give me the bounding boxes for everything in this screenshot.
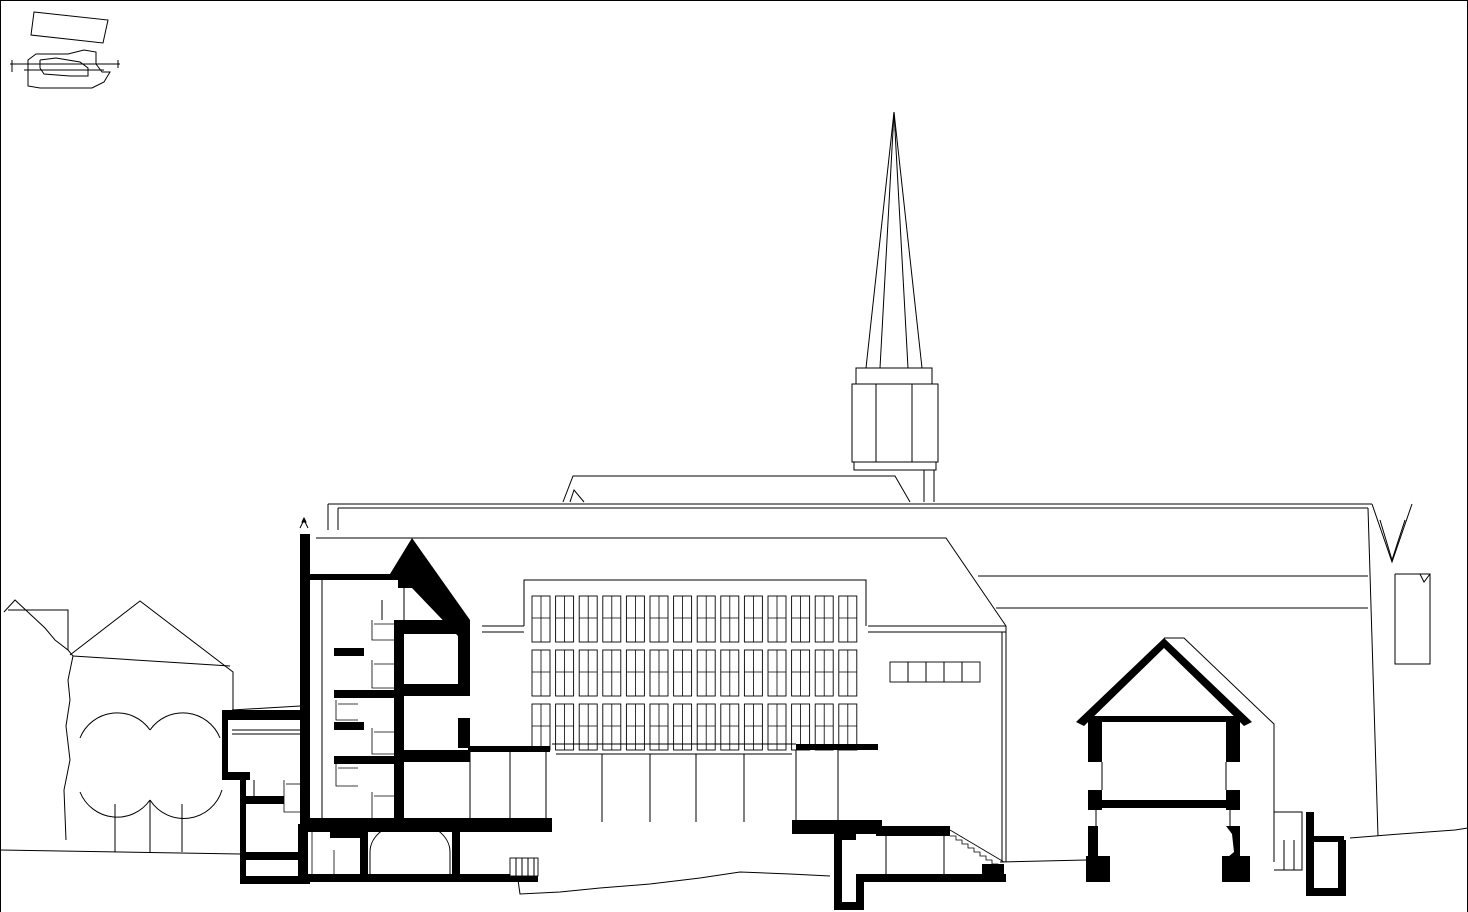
key-plan [10, 11, 120, 89]
left-wing-section [222, 705, 310, 884]
neighbor-houses [3, 599, 234, 841]
church-nave [327, 475, 1431, 837]
office-window-grid [531, 595, 858, 751]
trees [79, 712, 223, 852]
church-spire [851, 111, 939, 502]
right-gabled-house [1076, 637, 1346, 896]
drawing-frame [0, 0, 1468, 912]
section-drawing [0, 0, 1468, 912]
